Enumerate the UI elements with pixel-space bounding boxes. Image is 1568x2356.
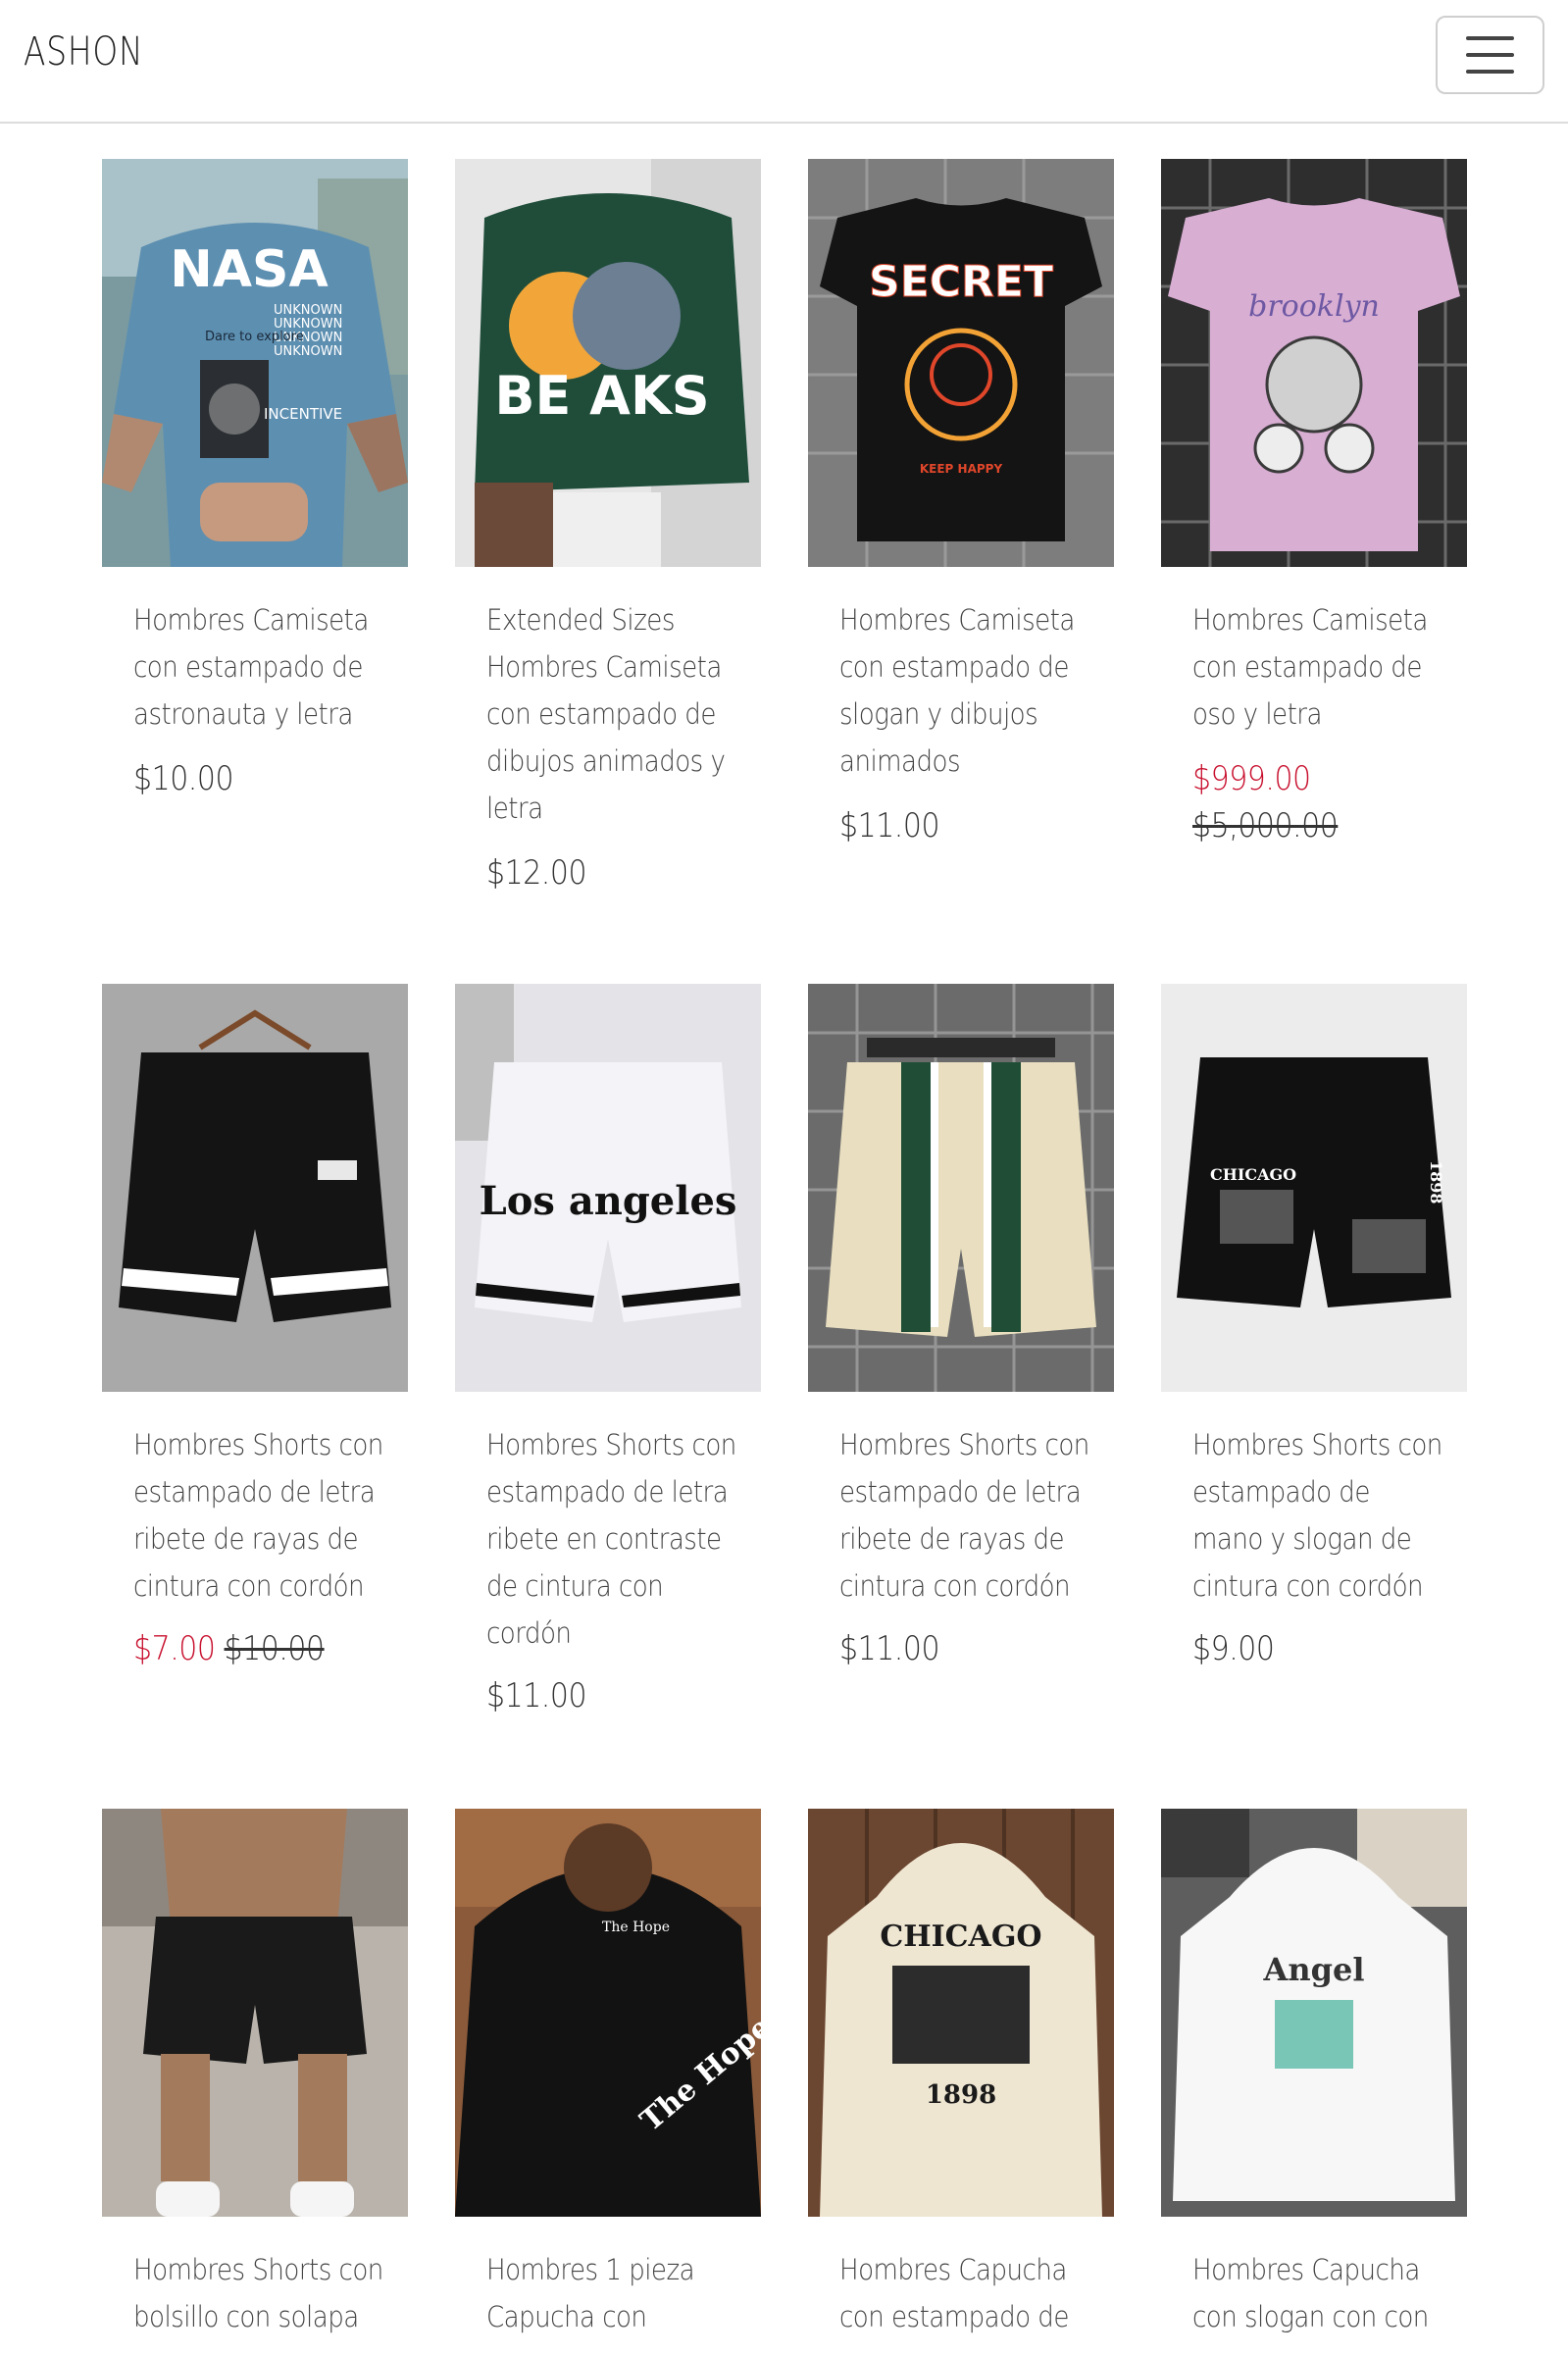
product-image[interactable]	[808, 984, 1114, 1392]
product-price: $999.00 $5,000.00	[1192, 759, 1339, 845]
product-image[interactable]	[102, 984, 408, 1392]
product-image[interactable]: Los angeles	[455, 984, 761, 1392]
product-title[interactable]: Hombres Shorts con estampado de letra ri…	[486, 1421, 736, 1657]
graphic-text: Los angeles	[480, 1178, 737, 1224]
menu-toggle-button[interactable]	[1436, 16, 1544, 94]
product-image[interactable]: Angel	[1161, 1809, 1467, 2217]
original-price: $10.00	[224, 1629, 325, 1668]
product-card[interactable]: SECRET KEEP HAPPY Hombres Camiseta con e…	[808, 159, 1114, 845]
product-title[interactable]: Hombres 1 pieza Capucha con	[486, 2246, 725, 2340]
product-title[interactable]: Hombres Shorts con estampado de mano y s…	[1192, 1421, 1442, 1610]
product-photo: CHICAGO 1898	[808, 1809, 1114, 2217]
product-title[interactable]: Hombres Capucha con estampado de	[839, 2246, 1078, 2340]
product-photo	[808, 984, 1114, 1392]
graphic-text: BE AKS	[494, 365, 709, 427]
hamburger-icon	[1466, 70, 1514, 74]
product-photo: The Hope The Hope	[455, 1809, 761, 2217]
product-card[interactable]: NASA UNKNOWN UNKNOWN UNKNOWN UNKNOWN Dar…	[102, 159, 408, 798]
graphic-text: INCENTIVE	[264, 405, 342, 423]
product-title[interactable]: Hombres Capucha con slogan con con	[1192, 2246, 1431, 2340]
product-image[interactable]: The Hope The Hope	[455, 1809, 761, 2217]
graphic-text: CHICAGO	[1210, 1165, 1296, 1184]
product-card[interactable]: brooklyn Hombres Camiseta con estampado …	[1161, 159, 1467, 845]
product-photo: brooklyn	[1161, 159, 1467, 567]
product-image[interactable]	[102, 1809, 408, 2217]
graphic-text: UNKNOWN	[274, 344, 342, 359]
graphic-text: brooklyn	[1248, 289, 1380, 324]
product-photo: NASA UNKNOWN UNKNOWN UNKNOWN UNKNOWN Dar…	[102, 159, 408, 567]
graphic-text: SECRET	[869, 257, 1053, 307]
product-price: $10.00	[133, 759, 234, 798]
graphic-text: KEEP HAPPY	[920, 462, 1003, 476]
hamburger-icon	[1466, 53, 1514, 57]
product-title[interactable]: Hombres Shorts con estampado de letra ri…	[133, 1421, 383, 1610]
graphic-text: 1898	[926, 2080, 996, 2110]
product-photo: BE AKS	[455, 159, 761, 567]
brand-logo[interactable]: ASHON	[24, 29, 143, 75]
graphic-text: CHICAGO	[880, 1920, 1041, 1954]
product-card[interactable]: BE AKS Extended Sizes Hombres Camiseta c…	[455, 159, 761, 893]
product-card[interactable]: Hombres Shorts con estampado de letra ri…	[808, 984, 1114, 1668]
product-price: $9.00	[1192, 1629, 1275, 1668]
product-price: $12.00	[486, 853, 587, 893]
product-card[interactable]: Angel Hombres Capucha con slogan con con	[1161, 1809, 1467, 2333]
graphic-text: 1898	[1427, 1160, 1445, 1204]
product-photo: SECRET KEEP HAPPY	[808, 159, 1114, 567]
product-title[interactable]: Extended Sizes Hombres Camiseta con esta…	[486, 596, 726, 832]
graphic-text: Dare to explore	[205, 330, 304, 344]
product-title[interactable]: Hombres Camiseta con estampado de astron…	[133, 596, 372, 738]
product-card[interactable]: CHICAGO 1898 Hombres Capucha con estampa…	[808, 1809, 1114, 2333]
original-price: $5,000.00	[1192, 806, 1339, 845]
product-price: $11.00	[486, 1676, 587, 1716]
product-title[interactable]: Hombres Shorts con estampado de letra ri…	[839, 1421, 1089, 1610]
product-image[interactable]: BE AKS	[455, 159, 761, 567]
product-image[interactable]: CHICAGO 1898	[1161, 984, 1467, 1392]
sale-price: $999.00	[1192, 759, 1311, 798]
product-photo: CHICAGO 1898	[1161, 984, 1467, 1392]
product-title[interactable]: Hombres Camiseta con estampado de oso y …	[1192, 596, 1431, 738]
top-navbar: ASHON	[0, 0, 1568, 124]
graphic-text: UNKNOWN	[274, 303, 342, 318]
sale-price: $7.00	[133, 1629, 216, 1668]
product-price: $11.00	[839, 1629, 940, 1668]
product-photo: Angel	[1161, 1809, 1467, 2217]
product-photo	[102, 1809, 408, 2217]
product-card[interactable]: The Hope The Hope Hombres 1 pieza Capuch…	[455, 1809, 761, 2333]
product-image[interactable]: brooklyn	[1161, 159, 1467, 567]
product-price: $7.00 $10.00	[133, 1629, 325, 1668]
hamburger-icon	[1466, 36, 1514, 40]
product-card[interactable]: Hombres Shorts con estampado de letra ri…	[102, 984, 408, 1668]
graphic-text: Angel	[1263, 1951, 1365, 1988]
product-photo	[102, 984, 408, 1392]
product-card[interactable]: Los angeles Hombres Shorts con estampado…	[455, 984, 761, 1716]
product-card[interactable]: CHICAGO 1898 Hombres Shorts con estampad…	[1161, 984, 1467, 1668]
graphic-text: NASA	[170, 240, 328, 299]
product-image[interactable]: NASA UNKNOWN UNKNOWN UNKNOWN UNKNOWN Dar…	[102, 159, 408, 567]
product-title[interactable]: Hombres Camiseta con estampado de slogan…	[839, 596, 1078, 785]
product-photo: Los angeles	[455, 984, 761, 1392]
graphic-text: The Hope	[602, 1920, 670, 1935]
product-card[interactable]: Hombres Shorts con bolsillo con solapa	[102, 1809, 408, 2333]
product-title[interactable]: Hombres Shorts con bolsillo con solapa	[133, 2246, 383, 2340]
product-image[interactable]: SECRET KEEP HAPPY	[808, 159, 1114, 567]
product-price: $11.00	[839, 806, 940, 845]
product-image[interactable]: CHICAGO 1898	[808, 1809, 1114, 2217]
